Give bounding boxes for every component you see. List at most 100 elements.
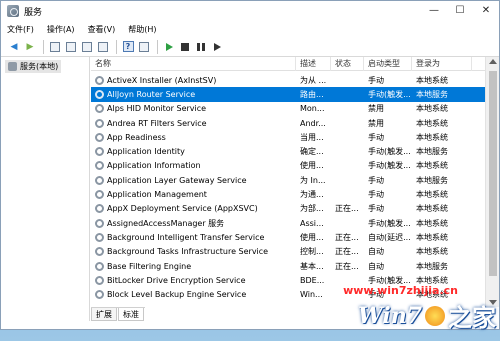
table-row[interactable]: Background Intelligent Transfer Service 使…: [91, 230, 485, 244]
restart-icon: [213, 42, 221, 51]
gear-icon: [95, 275, 104, 285]
forward-button[interactable]: ▶: [23, 40, 37, 54]
back-arrow-icon: ◀: [10, 41, 18, 52]
gear-icon: [95, 118, 104, 128]
service-name-cell: App Readiness: [91, 132, 296, 142]
table-row[interactable]: Background Tasks Infrastructure Service 控…: [91, 245, 485, 259]
service-description: 基本...: [300, 261, 324, 271]
service-description: Assi...: [300, 218, 324, 228]
service-log-on-as: 本地服务: [416, 175, 448, 185]
service-name: Base Filtering Engine: [107, 261, 192, 271]
table-row[interactable]: Base Filtering Engine 基本... 正在... 自动 本地服务: [91, 259, 485, 273]
back-button[interactable]: ◀: [7, 40, 21, 54]
service-description: Mon...: [300, 104, 325, 114]
table-row[interactable]: App Readiness 当用... 手动 本地系统: [91, 130, 485, 144]
service-name-cell: Application Identity: [91, 147, 296, 157]
services-app-icon: [7, 5, 19, 17]
pause-icon: [197, 42, 205, 51]
restart-service-button[interactable]: [210, 40, 224, 54]
table-row[interactable]: AssignedAccessManager 服务 Assi... 手动(触发... 本…: [91, 216, 485, 230]
service-name-cell: AppX Deployment Service (AppXSVC): [91, 204, 296, 214]
table-row[interactable]: Andrea RT Filters Service Andr... 禁用 本地系统: [91, 116, 485, 130]
menu-view[interactable]: 查看(V): [88, 24, 116, 35]
table-row[interactable]: Alps HID Monitor Service Mon... 禁用 本地系统: [91, 102, 485, 116]
vertical-scrollbar[interactable]: [485, 57, 499, 307]
column-header-status[interactable]: 状态: [331, 57, 364, 71]
column-header-log-on-as[interactable]: 登录为: [412, 57, 472, 71]
properties-icon: [66, 41, 76, 52]
refresh-button[interactable]: [80, 40, 94, 54]
menu-file[interactable]: 文件(F): [7, 24, 34, 35]
service-name: AssignedAccessManager 服务: [107, 218, 225, 228]
menu-action[interactable]: 操作(A): [47, 24, 75, 35]
service-name: Application Information: [107, 161, 201, 171]
start-service-button[interactable]: [162, 40, 176, 54]
properties-button[interactable]: [64, 40, 78, 54]
service-name-cell: Base Filtering Engine: [91, 261, 296, 271]
table-row[interactable]: Application Layer Gateway Service 为 In...…: [91, 173, 485, 187]
watermark-suffix: 之家: [448, 303, 496, 332]
show-tree-button[interactable]: [48, 40, 62, 54]
service-log-on-as: 本地系统: [416, 218, 448, 228]
column-header-description[interactable]: 描述: [296, 57, 331, 71]
service-startup-type: 手动(触发...: [368, 147, 411, 157]
service-log-on-as: 本地服务: [416, 89, 448, 99]
site-watermark: www.win7zhijia.cn Win7 之家: [343, 284, 496, 333]
tree-item-services-local[interactable]: 服务(本地): [5, 60, 62, 73]
view-tabs: 扩展 标准: [91, 307, 145, 321]
maximize-button[interactable]: ☐: [447, 1, 473, 21]
service-description: 控制...: [300, 247, 324, 257]
help-icon: ?: [122, 41, 134, 52]
gear-icon: [95, 247, 104, 257]
table-row[interactable]: Application Identity 确定... 手动(触发... 本地服务: [91, 144, 485, 158]
services-list: 名称 描述 状态 启动类型 登录为 ActiveX Installer (AxI…: [91, 57, 485, 307]
export-list-button[interactable]: [96, 40, 110, 54]
service-name: Application Identity: [107, 147, 185, 157]
service-startup-type: 手动: [368, 190, 384, 200]
minimize-button[interactable]: —: [421, 1, 447, 21]
show-hide-button[interactable]: [137, 40, 151, 54]
stop-service-button[interactable]: [178, 40, 192, 54]
tab-extended[interactable]: 扩展: [91, 308, 117, 321]
service-name: Background Intelligent Transfer Service: [107, 232, 265, 242]
service-name-cell: Background Intelligent Transfer Service: [91, 232, 296, 242]
toolbar-separator: [43, 39, 44, 54]
table-row[interactable]: ActiveX Installer (AxInstSV) 为从 ... 手动 本地系统: [91, 73, 485, 87]
service-name: Andrea RT Filters Service: [107, 118, 207, 128]
service-name-cell: ActiveX Installer (AxInstSV): [91, 75, 296, 85]
pause-service-button[interactable]: [194, 40, 208, 54]
column-header-startup-type[interactable]: 启动类型: [364, 57, 412, 71]
gear-icon: [95, 175, 104, 185]
table-row[interactable]: Application Management 为通... 手动 本地系统: [91, 187, 485, 201]
console-tree-icon: [50, 41, 60, 52]
service-startup-type: 手动: [368, 75, 384, 85]
service-description: BDE...: [300, 275, 325, 285]
column-header-name[interactable]: 名称: [91, 57, 296, 71]
service-description: 使用...: [300, 232, 324, 242]
services-window: 服务 — ☐ ✕ 文件(F) 操作(A) 查看(V) 帮助(H) ◀ ▶ ? 服…: [0, 0, 500, 330]
scroll-up-icon[interactable]: [489, 59, 497, 64]
tab-standard[interactable]: 标准: [118, 308, 144, 321]
gear-icon: [95, 89, 104, 99]
scroll-thumb[interactable]: [489, 71, 497, 276]
table-row[interactable]: AppX Deployment Service (AppXSVC) 为部... 正在…: [91, 202, 485, 216]
table-row[interactable]: Application Information 使用... 手动(触发... 本地系统: [91, 159, 485, 173]
help-button[interactable]: ?: [121, 40, 135, 54]
service-description: 当用...: [300, 132, 324, 142]
export-icon: [98, 41, 108, 52]
service-log-on-as: 本地系统: [416, 75, 448, 85]
service-name-cell: Andrea RT Filters Service: [91, 118, 296, 128]
service-log-on-as: 本地系统: [416, 232, 448, 242]
windows-logo-icon: [425, 305, 445, 326]
gear-icon: [95, 204, 104, 214]
table-row[interactable]: AllJoyn Router Service 路由... 手动(触发... 本地服务: [91, 87, 485, 102]
service-startup-type: 禁用: [368, 104, 384, 114]
window-title: 服务: [24, 7, 43, 18]
close-button[interactable]: ✕: [473, 1, 499, 21]
gear-icon: [95, 132, 104, 142]
toolbar-separator: [116, 39, 117, 54]
service-name-cell: Application Management: [91, 190, 296, 200]
service-description: Andr...: [300, 118, 326, 128]
service-log-on-as: 本地服务: [416, 261, 448, 271]
menu-help[interactable]: 帮助(H): [128, 24, 156, 35]
